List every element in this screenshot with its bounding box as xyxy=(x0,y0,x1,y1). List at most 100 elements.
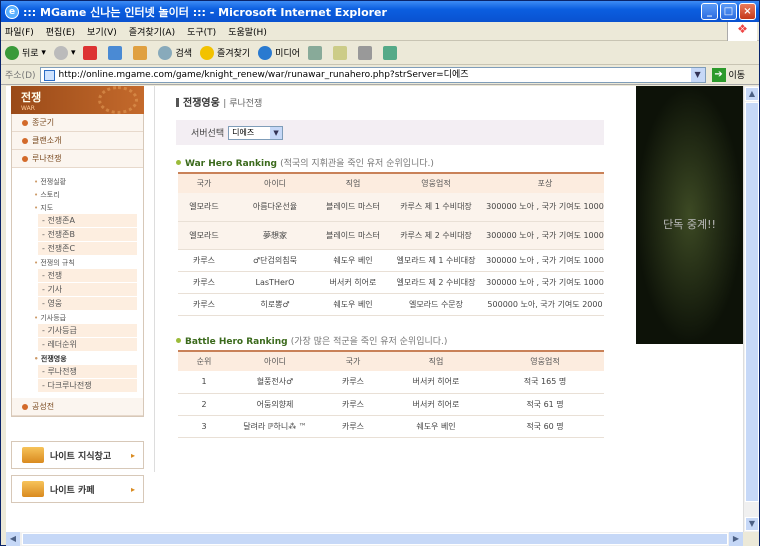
scroll-up-icon[interactable]: ▲ xyxy=(745,87,759,101)
edit-button[interactable] xyxy=(383,45,400,60)
sublink-luna-war[interactable]: - 루나전쟁 xyxy=(38,365,137,378)
menu-help[interactable]: 도움말(H) xyxy=(228,25,267,38)
toolbar: 뒤로 ▾ ▾ 검색 즐겨찾기 미디어 xyxy=(1,41,759,65)
media-icon xyxy=(258,45,273,60)
address-input[interactable]: http://online.mgame.com/game/knight_rene… xyxy=(39,66,706,83)
column-header: 영웅업적 xyxy=(386,172,486,193)
home-button[interactable] xyxy=(133,45,150,60)
forward-arrow-icon xyxy=(53,45,68,60)
history-button[interactable] xyxy=(308,45,325,60)
subgroup-map[interactable]: 지도 xyxy=(34,203,143,213)
war-hero-table: 국가 아이디 직업 영웅업적 포상 엘모라드 아름다운선율 블레이드 마스터 카루스 … xyxy=(178,172,604,316)
sublink-zone-b[interactable]: - 전쟁존B xyxy=(38,228,137,241)
column-header: 직업 xyxy=(320,172,386,193)
horizontal-scrollbar[interactable]: ◀ ▶ xyxy=(6,532,743,546)
scroll-left-icon[interactable]: ◀ xyxy=(6,532,20,546)
table-row: 카루스 LasTHerO 버서커 히어로 엘모라드 제 2 수비대장 300000 노아… xyxy=(178,271,604,294)
table-row: 3 달려라 ℙ하니⁂ ™ 카루스 쉐도우 베인 적국 60 명 xyxy=(178,415,604,438)
windows-logo-icon: ❖ xyxy=(727,22,757,41)
address-bar: 주소(D) http://online.mgame.com/game/knigh… xyxy=(1,65,759,85)
sublink-war[interactable]: - 전쟁 xyxy=(38,269,137,282)
minimize-button[interactable]: _ xyxy=(701,3,718,20)
sublink-dark-luna-war[interactable]: - 다크루나전쟁 xyxy=(38,379,137,392)
subgroup-rules[interactable]: 전쟁의 규칙 xyxy=(34,258,143,268)
sublink-hero[interactable]: - 영웅 xyxy=(38,297,137,310)
scroll-thumb[interactable] xyxy=(22,533,728,545)
history-icon xyxy=(308,45,323,60)
close-button[interactable]: × xyxy=(739,3,756,20)
sidebar-item-clan[interactable]: 클랜소개 xyxy=(12,132,143,150)
subgroup-war-status[interactable]: 전쟁실황 xyxy=(34,177,143,187)
scroll-down-icon[interactable]: ▼ xyxy=(745,517,759,531)
column-header: 아이디 xyxy=(230,350,320,371)
sublink-knight[interactable]: - 기사 xyxy=(38,283,137,296)
favorites-button[interactable]: 즐겨찾기 xyxy=(200,45,250,60)
refresh-button[interactable] xyxy=(108,45,125,60)
sublink-zone-c[interactable]: - 전쟁존C xyxy=(38,242,137,255)
column-header: 포상 xyxy=(486,172,604,193)
stop-button[interactable] xyxy=(83,45,100,60)
emblem-icon xyxy=(98,86,138,114)
knight-knowledge-button[interactable]: 나이트 지식창고 ▸ xyxy=(11,441,144,469)
sidebar-header: 전쟁 WAR xyxy=(11,86,144,114)
go-button[interactable]: ➔ 이동 xyxy=(711,67,745,82)
bullet-icon xyxy=(22,137,28,144)
sidebar-submenu: 전쟁실황 스토리 지도 - 전쟁존A - 전쟁존B - 전쟁존C 전쟁의 규칙 … xyxy=(12,168,143,398)
forward-button[interactable]: ▾ xyxy=(53,45,75,60)
print-button[interactable] xyxy=(358,45,375,60)
sidebar-item-jonggungi[interactable]: 종군기 xyxy=(12,114,143,132)
sublink-zone-a[interactable]: - 전쟁존A xyxy=(38,214,137,227)
chevron-right-icon: ▸ xyxy=(130,484,135,494)
sublink-knight-rank[interactable]: - 기사등급 xyxy=(38,324,137,337)
maximize-button[interactable]: □ xyxy=(720,3,737,20)
scroll-corner xyxy=(743,532,759,546)
vertical-scrollbar[interactable]: ▲ ▼ xyxy=(743,86,759,532)
media-button[interactable]: 미디어 xyxy=(258,45,300,60)
menu-view[interactable]: 보기(V) xyxy=(87,25,117,38)
browser-window: e ::: MGame 신나는 인터넷 놀이터 ::: - Microsoft … xyxy=(0,0,760,546)
server-select-bar: 서버선택 디에즈 ▼ xyxy=(176,120,604,145)
subgroup-story[interactable]: 스토리 xyxy=(34,190,143,200)
window-title: ::: MGame 신나는 인터넷 놀이터 ::: - Microsoft In… xyxy=(23,5,387,19)
sublink-ladder[interactable]: - 레더순위 xyxy=(38,338,137,351)
cafe-icon xyxy=(22,481,44,497)
back-button[interactable]: 뒤로 ▾ xyxy=(5,45,46,60)
column-header: 순위 xyxy=(178,350,230,371)
menu-tools[interactable]: 도구(T) xyxy=(187,25,216,38)
column-header: 아이디 xyxy=(230,172,320,193)
subgroup-knight-rank[interactable]: 기사등급 xyxy=(34,313,143,323)
back-arrow-icon xyxy=(5,45,19,60)
mail-icon xyxy=(333,45,348,60)
scroll-right-icon[interactable]: ▶ xyxy=(729,532,743,546)
table-row: 카루스 히로뽕♂ 쉐도우 베인 엘모라드 수문장 500000 노아, 국가 기여도 2… xyxy=(178,293,604,316)
live-broadcast-banner[interactable]: 단독 중계!! xyxy=(636,86,743,344)
star-icon xyxy=(200,45,215,60)
column-header: 국가 xyxy=(178,172,230,193)
knight-cafe-button[interactable]: 나이트 카페 ▸ xyxy=(11,475,144,503)
battle-hero-title: Battle Hero Ranking (가장 많은 적군을 죽인 유저 순위입… xyxy=(176,334,447,347)
sidebar-menu: 종군기 클랜소개 루나전쟁 전쟁실황 스토리 지도 - 전쟁존A - 전쟁존B … xyxy=(11,114,144,417)
table-row: 카루스 ♂단검의침묵 쉐도우 베인 엘모라드 제 1 수비대장 300000 노아 , … xyxy=(178,249,604,272)
title-bar: e ::: MGame 신나는 인터넷 놀이터 ::: - Microsoft … xyxy=(1,1,759,22)
bullet-icon xyxy=(22,119,28,126)
mail-button[interactable] xyxy=(333,45,350,60)
menu-edit[interactable]: 편집(E) xyxy=(46,25,75,38)
battle-hero-table: 순위 아이디 국가 직업 영웅업적 1 혈풍전사♂ 카루스 버서커 히어로 적국 165… xyxy=(178,350,604,438)
table-row: 엘모라드 夢想家 블레이드 마스터 카루스 제 2 수비대장 300000 노아 , 국… xyxy=(178,221,604,250)
column-header: 영웅업적 xyxy=(486,350,604,371)
subgroup-war-hero[interactable]: 전쟁영웅 xyxy=(34,354,143,364)
menu-favorites[interactable]: 즐겨찾기(A) xyxy=(129,25,175,38)
server-select[interactable]: 디에즈 ▼ xyxy=(228,125,284,140)
page-title: 전쟁영웅 | 루나전쟁 xyxy=(176,94,262,109)
search-icon xyxy=(158,45,173,60)
menu-file[interactable]: 파일(F) xyxy=(5,25,34,38)
sidebar-item-luna-war[interactable]: 루나전쟁 xyxy=(12,150,143,168)
scroll-thumb[interactable] xyxy=(745,102,759,502)
page-icon xyxy=(43,69,55,81)
bullet-icon xyxy=(22,403,28,410)
search-button[interactable]: 검색 xyxy=(158,45,192,60)
table-row: 1 혈풍전사♂ 카루스 버서커 히어로 적국 165 명 xyxy=(178,371,604,394)
address-dropdown-icon[interactable]: ▼ xyxy=(690,67,705,82)
war-hero-title: War Hero Ranking (적국의 지휘관을 죽인 유저 순위입니다.) xyxy=(176,156,434,169)
sidebar-item-siege[interactable]: 공성전 xyxy=(12,398,143,416)
